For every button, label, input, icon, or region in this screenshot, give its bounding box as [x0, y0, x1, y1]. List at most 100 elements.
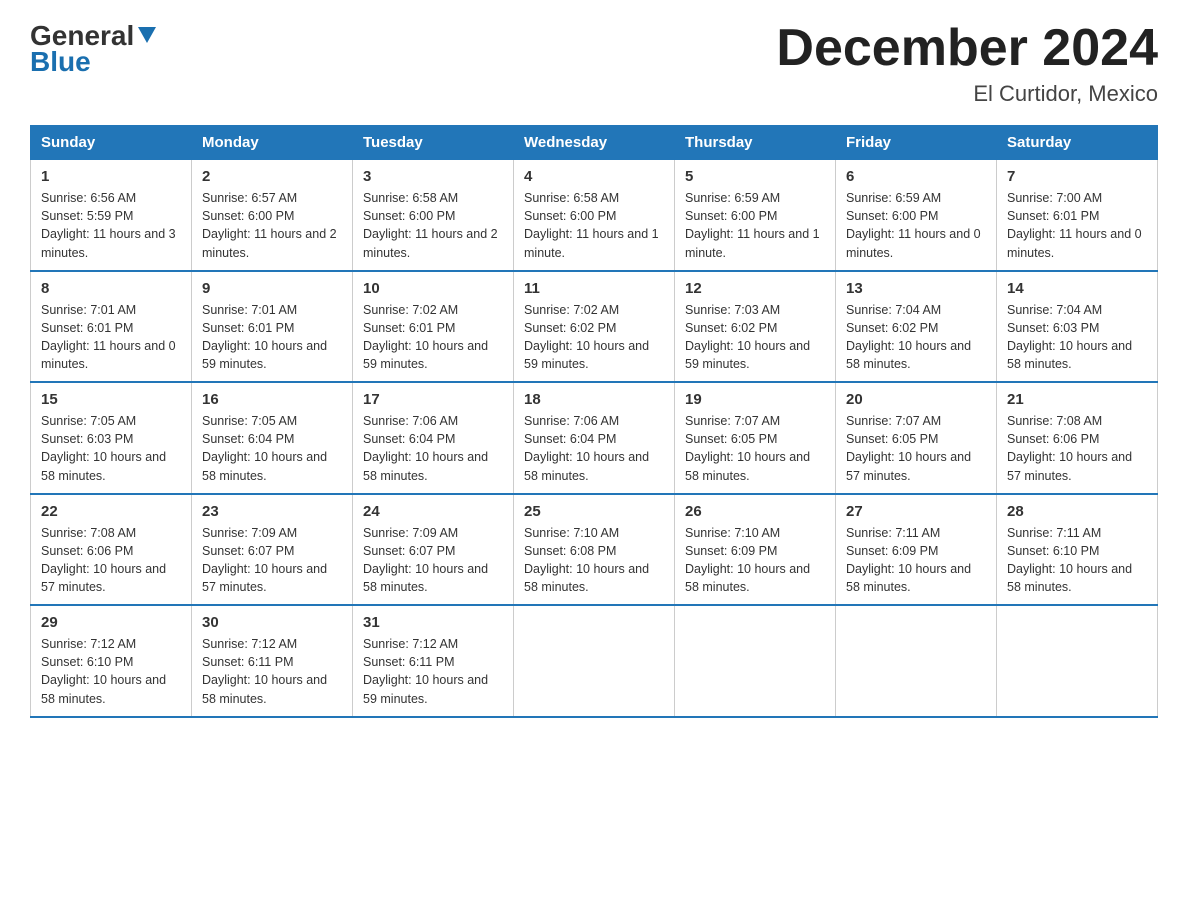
day-number: 20 [846, 391, 986, 408]
calendar-cell: 13 Sunrise: 7:04 AMSunset: 6:02 PMDayligh… [836, 271, 997, 383]
day-info: Sunrise: 7:04 AMSunset: 6:02 PMDaylight:… [846, 301, 986, 374]
calendar-cell: 22 Sunrise: 7:08 AMSunset: 6:06 PMDayligh… [31, 494, 192, 606]
day-number: 3 [363, 168, 503, 185]
day-info: Sunrise: 6:56 AMSunset: 5:59 PMDaylight:… [41, 189, 181, 262]
day-info: Sunrise: 7:00 AMSunset: 6:01 PMDaylight:… [1007, 189, 1147, 262]
day-info: Sunrise: 7:07 AMSunset: 6:05 PMDaylight:… [846, 412, 986, 485]
day-number: 5 [685, 168, 825, 185]
calendar-cell: 21Sunrise: 7:08 AMSunset: 6:06 PMDayligh… [997, 382, 1158, 494]
calendar-cell: 15 Sunrise: 7:05 AMSunset: 6:03 PMDayligh… [31, 382, 192, 494]
column-header-thursday: Thursday [675, 126, 836, 160]
day-info: Sunrise: 6:57 AMSunset: 6:00 PMDaylight:… [202, 189, 342, 262]
day-number: 8 [41, 280, 181, 297]
calendar-cell [675, 605, 836, 717]
day-number: 27 [846, 503, 986, 520]
day-number: 31 [363, 614, 503, 631]
calendar-cell: 30 Sunrise: 7:12 AMSunset: 6:11 PMDayligh… [192, 605, 353, 717]
day-number: 15 [41, 391, 181, 408]
calendar-cell: 25Sunrise: 7:10 AMSunset: 6:08 PMDayligh… [514, 494, 675, 606]
column-header-friday: Friday [836, 126, 997, 160]
column-header-monday: Monday [192, 126, 353, 160]
calendar-cell: 12Sunrise: 7:03 AMSunset: 6:02 PMDayligh… [675, 271, 836, 383]
day-number: 11 [524, 280, 664, 297]
calendar-table: SundayMondayTuesdayWednesdayThursdayFrid… [30, 125, 1158, 718]
calendar-cell: 8 Sunrise: 7:01 AMSunset: 6:01 PMDaylight… [31, 271, 192, 383]
calendar-cell: 31Sunrise: 7:12 AMSunset: 6:11 PMDayligh… [353, 605, 514, 717]
day-number: 29 [41, 614, 181, 631]
title-block: December 2024 El Curtidor, Mexico [776, 20, 1158, 107]
column-header-wednesday: Wednesday [514, 126, 675, 160]
calendar-cell: 1 Sunrise: 6:56 AMSunset: 5:59 PMDaylight… [31, 160, 192, 271]
day-number: 30 [202, 614, 342, 631]
calendar-header-row: SundayMondayTuesdayWednesdayThursdayFrid… [31, 126, 1158, 160]
day-number: 26 [685, 503, 825, 520]
calendar-cell: 23 Sunrise: 7:09 AMSunset: 6:07 PMDayligh… [192, 494, 353, 606]
day-number: 18 [524, 391, 664, 408]
calendar-week-row: 1 Sunrise: 6:56 AMSunset: 5:59 PMDaylight… [31, 160, 1158, 271]
calendar-cell: 6Sunrise: 6:59 AMSunset: 6:00 PMDaylight… [836, 160, 997, 271]
calendar-cell: 27 Sunrise: 7:11 AMSunset: 6:09 PMDayligh… [836, 494, 997, 606]
day-info: Sunrise: 7:12 AMSunset: 6:11 PMDaylight:… [202, 635, 342, 708]
calendar-week-row: 29Sunrise: 7:12 AMSunset: 6:10 PMDayligh… [31, 605, 1158, 717]
day-number: 22 [41, 503, 181, 520]
calendar-cell: 4 Sunrise: 6:58 AMSunset: 6:00 PMDaylight… [514, 160, 675, 271]
calendar-cell: 16 Sunrise: 7:05 AMSunset: 6:04 PMDayligh… [192, 382, 353, 494]
calendar-cell [997, 605, 1158, 717]
location: El Curtidor, Mexico [776, 81, 1158, 107]
day-number: 25 [524, 503, 664, 520]
calendar-cell: 14Sunrise: 7:04 AMSunset: 6:03 PMDayligh… [997, 271, 1158, 383]
day-info: Sunrise: 7:05 AMSunset: 6:03 PMDaylight:… [41, 412, 181, 485]
column-header-saturday: Saturday [997, 126, 1158, 160]
day-number: 13 [846, 280, 986, 297]
day-number: 17 [363, 391, 503, 408]
day-number: 1 [41, 168, 181, 185]
calendar-cell: 2Sunrise: 6:57 AMSunset: 6:00 PMDaylight… [192, 160, 353, 271]
calendar-cell: 20 Sunrise: 7:07 AMSunset: 6:05 PMDayligh… [836, 382, 997, 494]
day-number: 16 [202, 391, 342, 408]
calendar-cell: 28Sunrise: 7:11 AMSunset: 6:10 PMDayligh… [997, 494, 1158, 606]
month-title: December 2024 [776, 20, 1158, 77]
calendar-cell: 10Sunrise: 7:02 AMSunset: 6:01 PMDayligh… [353, 271, 514, 383]
logo-blue: Blue [30, 46, 91, 78]
calendar-cell [836, 605, 997, 717]
day-info: Sunrise: 7:01 AMSunset: 6:01 PMDaylight:… [41, 301, 181, 374]
calendar-body: 1 Sunrise: 6:56 AMSunset: 5:59 PMDaylight… [31, 160, 1158, 717]
calendar-cell: 29Sunrise: 7:12 AMSunset: 6:10 PMDayligh… [31, 605, 192, 717]
day-info: Sunrise: 7:08 AMSunset: 6:06 PMDaylight:… [41, 524, 181, 597]
day-number: 9 [202, 280, 342, 297]
day-info: Sunrise: 7:09 AMSunset: 6:07 PMDaylight:… [363, 524, 503, 597]
day-info: Sunrise: 7:05 AMSunset: 6:04 PMDaylight:… [202, 412, 342, 485]
calendar-cell: 11 Sunrise: 7:02 AMSunset: 6:02 PMDayligh… [514, 271, 675, 383]
calendar-cell: 3Sunrise: 6:58 AMSunset: 6:00 PMDaylight… [353, 160, 514, 271]
day-info: Sunrise: 7:02 AMSunset: 6:02 PMDaylight:… [524, 301, 664, 374]
day-info: Sunrise: 7:09 AMSunset: 6:07 PMDaylight:… [202, 524, 342, 597]
calendar-cell: 18 Sunrise: 7:06 AMSunset: 6:04 PMDayligh… [514, 382, 675, 494]
calendar-cell: 26 Sunrise: 7:10 AMSunset: 6:09 PMDayligh… [675, 494, 836, 606]
calendar-cell: 7 Sunrise: 7:00 AMSunset: 6:01 PMDaylight… [997, 160, 1158, 271]
column-header-tuesday: Tuesday [353, 126, 514, 160]
day-info: Sunrise: 7:02 AMSunset: 6:01 PMDaylight:… [363, 301, 503, 374]
day-info: Sunrise: 6:58 AMSunset: 6:00 PMDaylight:… [524, 189, 664, 262]
day-info: Sunrise: 7:11 AMSunset: 6:09 PMDaylight:… [846, 524, 986, 597]
calendar-week-row: 15 Sunrise: 7:05 AMSunset: 6:03 PMDayligh… [31, 382, 1158, 494]
calendar-cell: 19 Sunrise: 7:07 AMSunset: 6:05 PMDayligh… [675, 382, 836, 494]
logo: General Blue [30, 20, 158, 78]
column-header-sunday: Sunday [31, 126, 192, 160]
day-number: 4 [524, 168, 664, 185]
day-info: Sunrise: 7:01 AMSunset: 6:01 PMDaylight:… [202, 301, 342, 374]
day-info: Sunrise: 7:08 AMSunset: 6:06 PMDaylight:… [1007, 412, 1147, 485]
day-info: Sunrise: 7:04 AMSunset: 6:03 PMDaylight:… [1007, 301, 1147, 374]
day-info: Sunrise: 6:59 AMSunset: 6:00 PMDaylight:… [846, 189, 986, 262]
page-header: General Blue December 2024 El Curtidor, … [30, 20, 1158, 107]
day-number: 7 [1007, 168, 1147, 185]
calendar-week-row: 22 Sunrise: 7:08 AMSunset: 6:06 PMDayligh… [31, 494, 1158, 606]
day-info: Sunrise: 7:10 AMSunset: 6:09 PMDaylight:… [685, 524, 825, 597]
day-info: Sunrise: 7:03 AMSunset: 6:02 PMDaylight:… [685, 301, 825, 374]
logo-arrow-icon [136, 23, 158, 45]
day-info: Sunrise: 7:06 AMSunset: 6:04 PMDaylight:… [524, 412, 664, 485]
day-number: 28 [1007, 503, 1147, 520]
day-info: Sunrise: 7:07 AMSunset: 6:05 PMDaylight:… [685, 412, 825, 485]
day-info: Sunrise: 6:59 AMSunset: 6:00 PMDaylight:… [685, 189, 825, 262]
day-number: 19 [685, 391, 825, 408]
day-number: 23 [202, 503, 342, 520]
